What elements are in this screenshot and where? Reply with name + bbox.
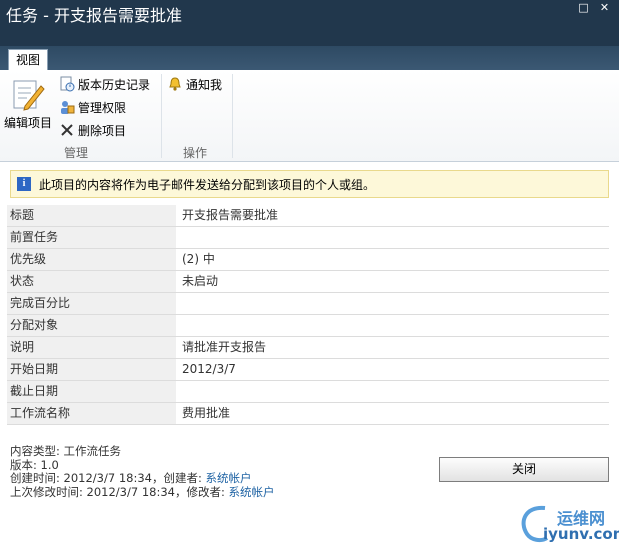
version-history-label: 版本历史记录 (78, 77, 151, 92)
alert-me-button[interactable]: 通知我 (167, 75, 222, 93)
ribbon-divider (161, 74, 162, 158)
field-value: 费用批准 (182, 406, 231, 420)
ribbon: 编辑项目 版本历史记录 管理权限 删除项目 管理 通知我 操作 (0, 70, 619, 162)
table-row: 状态 未启动 (7, 271, 609, 293)
info-message-bar: i 此项目的内容将作为电子邮件发送给分配到该项目的个人或组。 (10, 170, 609, 198)
modified-line: 上次修改时间: 2012/3/7 18:34，修改者: 系统帐户 (10, 484, 275, 500)
modified-text: 上次修改时间: 2012/3/7 18:34，修改者: (10, 484, 229, 499)
field-value (176, 227, 609, 248)
field-label: 标题 (7, 205, 176, 226)
delete-item-button[interactable]: 删除项目 (59, 121, 126, 139)
table-row: 标题 开支报告需要批准 (7, 205, 609, 227)
table-row: 分配对象 (7, 315, 609, 337)
dialog-title: 任务 - 开支报告需要批准 (6, 6, 182, 25)
table-row: 截止日期 (7, 381, 609, 403)
table-row: 工作流名称 费用批准 (7, 403, 609, 425)
field-value: 2012/3/7 (182, 362, 236, 376)
field-label: 优先级 (7, 249, 176, 270)
delete-icon (61, 124, 73, 136)
created-text: 创建时间: 2012/3/7 18:34，创建者: (10, 471, 206, 485)
field-label: 说明 (7, 337, 176, 358)
info-message-text: 此项目的内容将作为电子邮件发送给分配到该项目的个人或组。 (39, 177, 376, 192)
permissions-icon (61, 101, 75, 114)
manage-permissions-button[interactable]: 管理权限 (59, 98, 126, 116)
version-history-button[interactable]: 版本历史记录 (59, 75, 150, 93)
version-text: 版本: 1.0 (10, 457, 59, 472)
group-label-manage: 管理 (64, 146, 89, 160)
field-label: 截止日期 (7, 381, 176, 402)
watermark-logo: 运维网 iyunv.com (515, 500, 619, 545)
edit-item-button[interactable]: 编辑项目 (2, 74, 54, 130)
table-row: 优先级 (2) 中 (7, 249, 609, 271)
field-value: 请批准开支报告 (182, 340, 267, 354)
group-label-actions: 操作 (183, 146, 208, 160)
ribbon-divider (232, 74, 233, 158)
tab-view[interactable]: 视图 (8, 49, 48, 71)
table-row: 完成百分比 (7, 293, 609, 315)
field-label: 状态 (7, 271, 176, 292)
modified-by-link[interactable]: 系统帐户 (229, 485, 275, 499)
field-value: 开支报告需要批准 (182, 208, 279, 222)
info-icon: i (17, 177, 31, 191)
dialog-titlebar: 任务 - 开支报告需要批准 □ ✕ (0, 0, 619, 46)
ribbon-tab-strip: 视图 (0, 46, 619, 71)
field-label: 开始日期 (7, 359, 176, 380)
field-label: 分配对象 (7, 315, 176, 336)
edit-document-icon (13, 80, 45, 111)
field-label: 工作流名称 (7, 403, 176, 424)
table-row: 开始日期 2012/3/7 (7, 359, 609, 381)
alert-me-label: 通知我 (186, 77, 223, 92)
field-label: 完成百分比 (7, 293, 176, 314)
manage-permissions-label: 管理权限 (78, 100, 127, 115)
content-type-text: 内容类型: 工作流任务 (10, 444, 122, 458)
field-value: (2) 中 (182, 252, 215, 266)
version-history-icon (60, 76, 75, 92)
close-button[interactable]: 关闭 (439, 457, 609, 482)
table-row: 说明 请批准开支报告 (7, 337, 609, 359)
close-icon[interactable]: ✕ (598, 1, 611, 14)
created-line: 创建时间: 2012/3/7 18:34，创建者: 系统帐户 (10, 471, 275, 486)
created-by-link[interactable]: 系统帐户 (206, 471, 252, 485)
delete-item-label: 删除项目 (78, 123, 127, 138)
field-label: 前置任务 (7, 227, 176, 248)
item-metadata: 内容类型: 工作流任务 版本: 1.0 创建时间: 2012/3/7 18:34… (10, 444, 275, 500)
watermark-en-text: iyunv.com (543, 525, 619, 543)
edit-item-label: 编辑项目 (3, 116, 52, 130)
item-properties-table: 标题 开支报告需要批准 前置任务 优先级 (2) 中 状态 未启动 完成百分比 分配对… (7, 205, 609, 425)
field-value (176, 381, 609, 402)
maximize-icon[interactable]: □ (577, 1, 590, 14)
field-value: 未启动 (182, 274, 219, 288)
bell-icon (169, 77, 181, 91)
field-value (176, 315, 609, 336)
field-value (176, 293, 609, 314)
table-row: 前置任务 (7, 227, 609, 249)
